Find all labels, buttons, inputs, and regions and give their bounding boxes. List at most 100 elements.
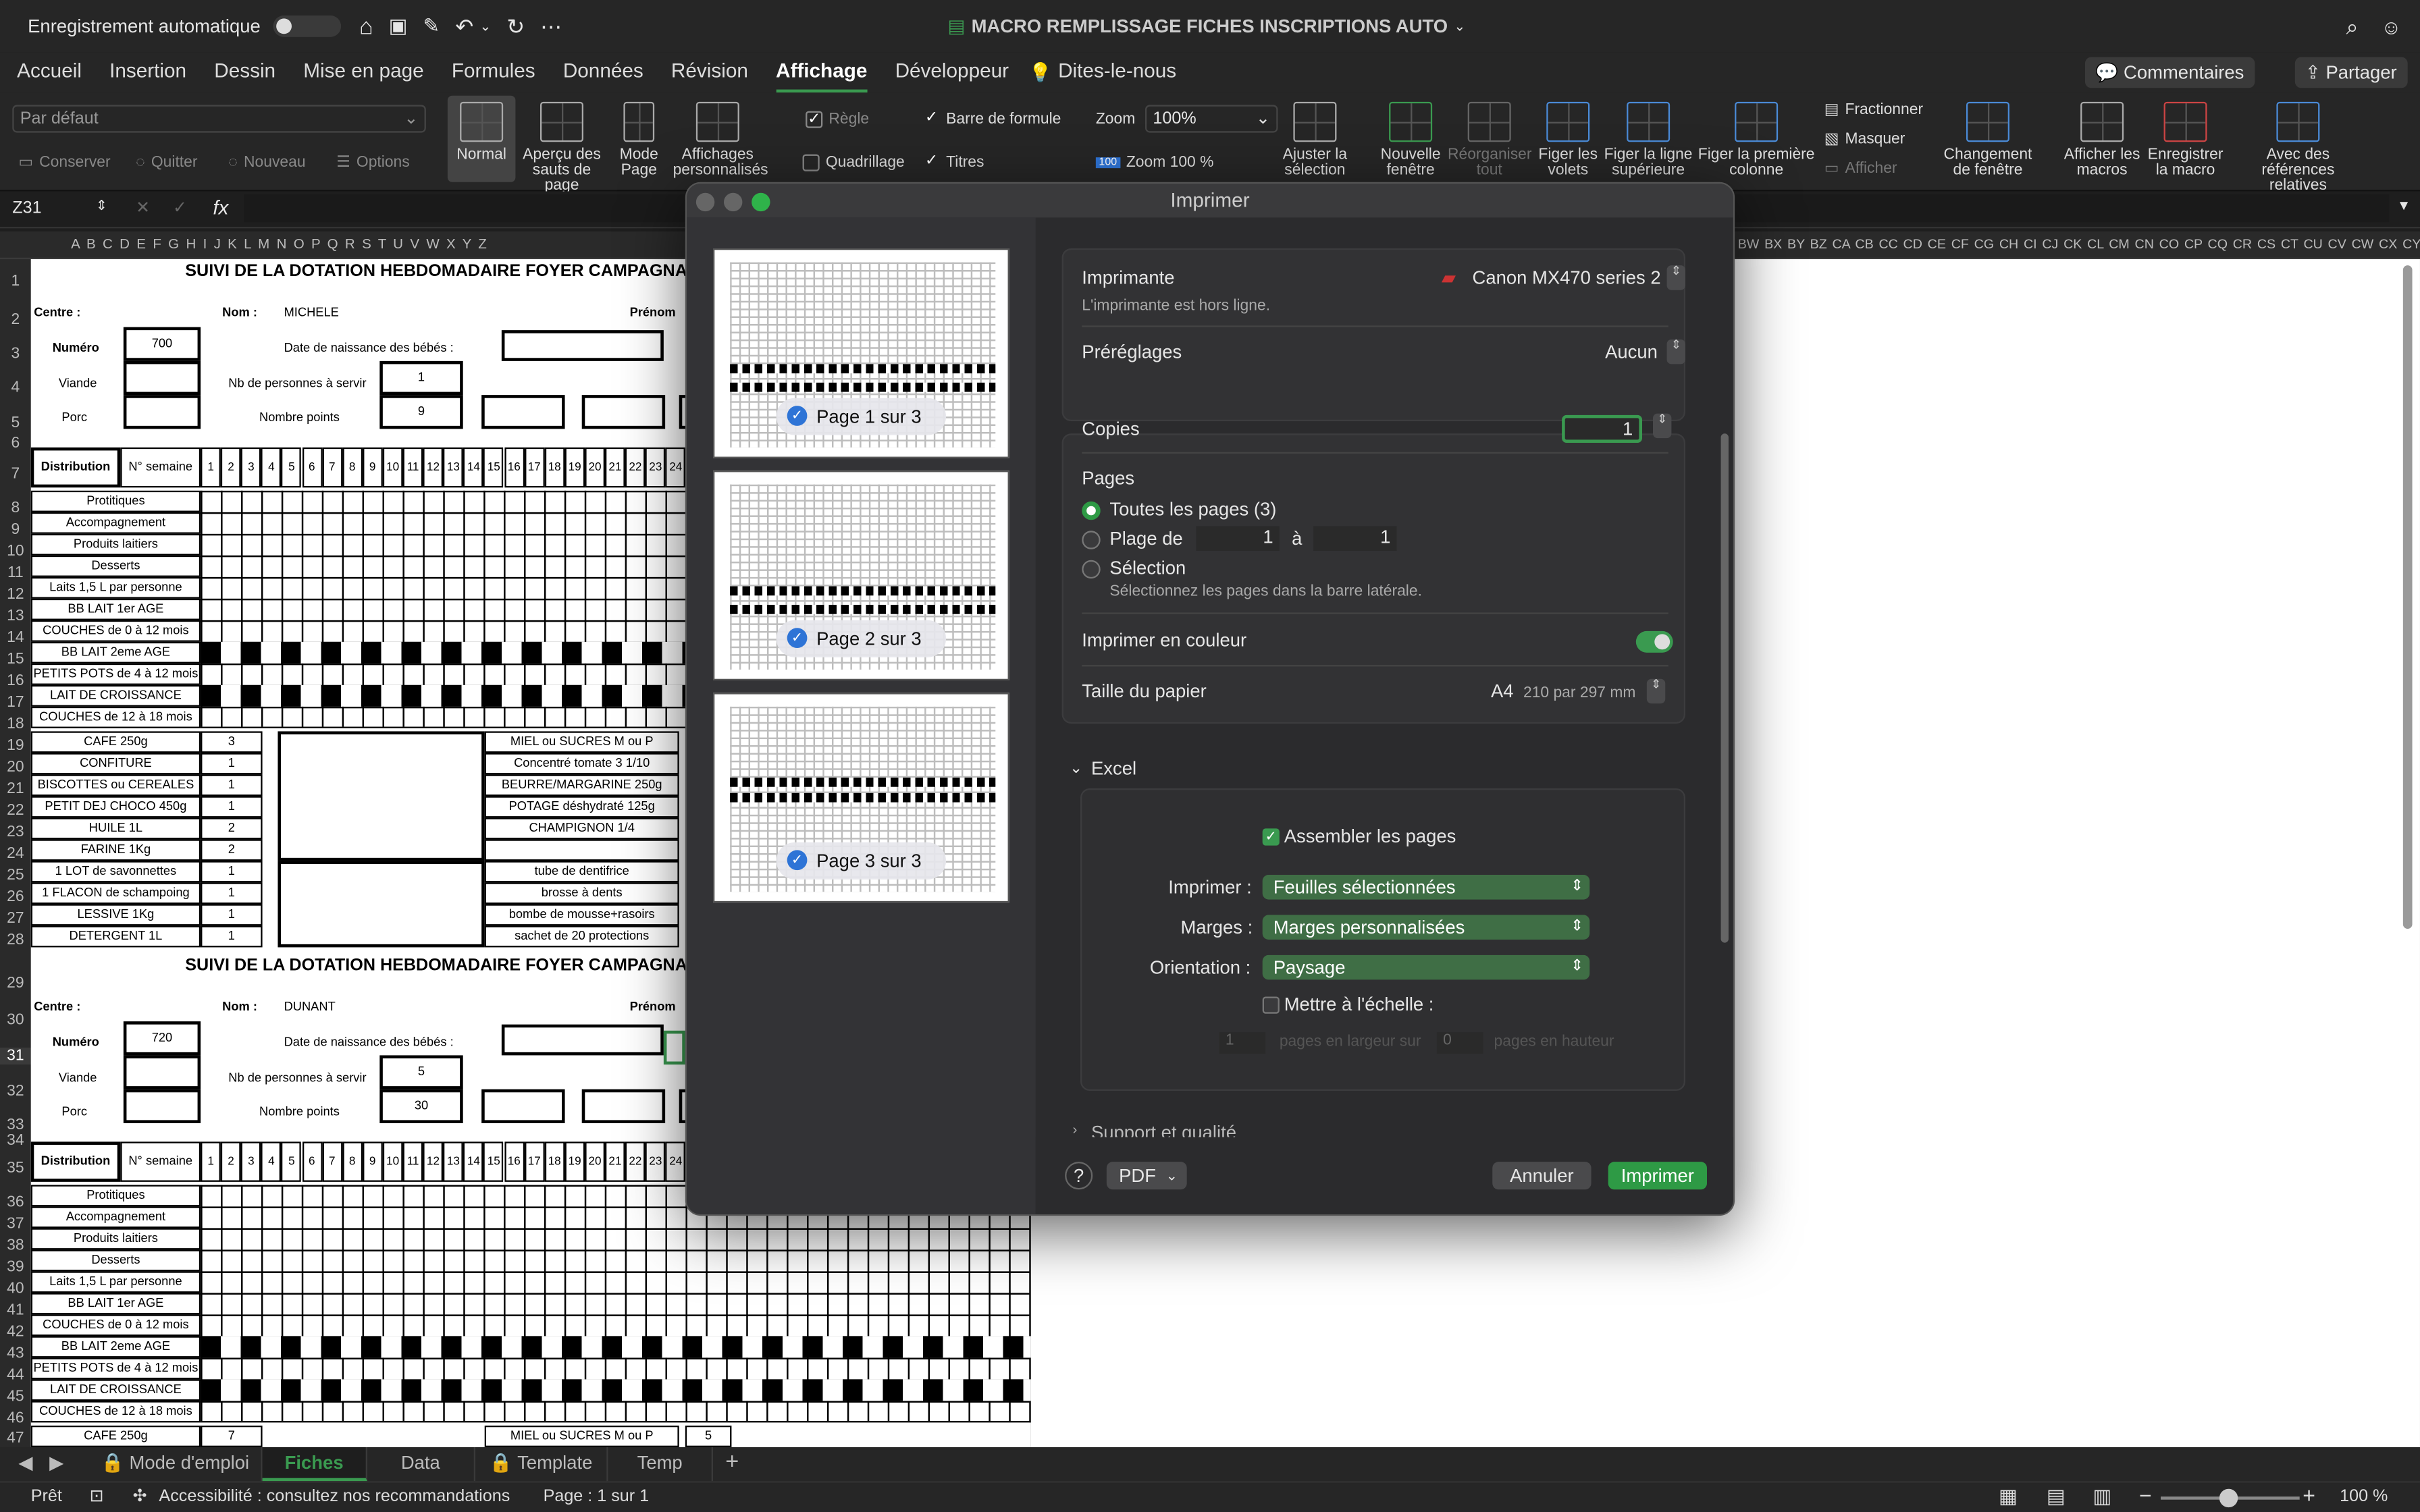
tab-formules[interactable]: Formules [438,53,549,92]
excel-chevron-icon[interactable]: ⌄ [1070,761,1082,778]
grocery-qty[interactable]: 1 [201,796,263,818]
empty-box[interactable] [581,1089,666,1123]
product-label[interactable]: COUCHES de 12 à 18 mois [30,706,201,728]
week-number[interactable]: 15 [483,1141,504,1182]
product-label[interactable]: COUCHES de 0 à 12 mois [30,1314,201,1336]
week-number[interactable]: 22 [625,1141,646,1182]
nbpers-box[interactable]: 5 [379,1055,463,1089]
week-number[interactable]: 19 [564,1141,585,1182]
copies-stepper-icon[interactable]: ⇕ [1652,412,1672,439]
grocery-qty[interactable]: 2 [201,839,263,861]
grocery-right-label[interactable]: sachet de 20 protections [484,925,679,948]
page-badge[interactable]: Page 1 sur 3 [776,398,947,435]
product-label[interactable]: COUCHES de 12 à 18 mois [30,1401,201,1423]
more-icon[interactable]: ⋯ [540,13,562,39]
add-sheet-icon[interactable]: + [725,1449,739,1475]
collate-checkbox[interactable]: ✓ [1262,828,1280,846]
grocery-label[interactable]: BISCOTTES ou CEREALES [30,774,201,796]
product-label[interactable]: Desserts [30,1249,201,1272]
week-number[interactable]: 18 [544,447,565,488]
week-number[interactable]: 19 [564,447,585,488]
select-all[interactable] [0,232,31,258]
week-number[interactable]: 4 [261,1141,282,1182]
product-label[interactable]: Laits 1,5 L par personne [30,1271,201,1293]
centre-label[interactable]: Centre : [34,306,80,320]
porc-box[interactable] [123,1089,201,1123]
week-number[interactable]: 17 [524,447,545,488]
row-number[interactable]: 9 [0,522,31,539]
orientation-select[interactable]: Paysage [1262,954,1590,980]
product-label[interactable]: Produits laitiers [30,1228,201,1250]
grocery-qty[interactable]: 2 [201,817,263,840]
notes-box[interactable] [278,731,485,861]
zoom-100-button[interactable]: 100 Zoom 100 % [1095,155,1213,171]
week-number[interactable]: 24 [665,447,686,488]
share-button[interactable]: ⇪ Partager [2294,57,2408,88]
minimize-icon[interactable] [723,192,743,212]
points-box[interactable]: 9 [379,395,463,429]
grocery-label[interactable]: CAFE 250g [30,731,201,753]
row-number[interactable]: 16 [0,673,31,690]
row-number[interactable]: 44 [0,1367,31,1384]
search-icon[interactable]: ⌕ [2346,13,2359,39]
form-title[interactable]: SUIVI DE LA DOTATION HEBDOMADAIRE FOYER … [185,263,712,281]
viande-label[interactable]: Viande [59,377,97,391]
save-icon[interactable]: ▣ [389,14,408,39]
week-number[interactable]: 3 [240,1141,261,1182]
row-number[interactable]: 42 [0,1324,31,1341]
porc-label[interactable]: Porc [61,1105,87,1119]
zoom-in-icon[interactable]: + [2303,1483,2315,1508]
grocery-label[interactable]: PETIT DEJ CHOCO 450g [30,796,201,818]
week-number[interactable]: 21 [604,447,625,488]
grocery-value[interactable]: 5 [685,1425,732,1447]
tab-revision[interactable]: Révision [657,53,762,92]
tab-developpeur[interactable]: Développeur [881,53,1023,92]
porc-label[interactable]: Porc [61,410,87,425]
column-letters[interactable]: A B C D E F G H I J K L M N O P Q R S T … [71,236,488,252]
name-box[interactable]: Z31 [12,199,41,217]
grocery-qty[interactable]: 1 [201,861,263,883]
row-number[interactable]: 19 [0,738,31,755]
week-number[interactable]: 10 [382,1141,403,1182]
settings-scrollbar[interactable] [1720,433,1729,943]
empty-box[interactable] [581,395,666,429]
week-number[interactable]: 10 [382,447,403,488]
centre-label[interactable]: Centre : [34,1000,80,1014]
product-label[interactable]: BB LAIT 2eme AGE [30,641,201,664]
record-macro-button[interactable]: Enregistrer la macro [2145,101,2226,179]
quit-view-button[interactable]: ◌ Quitter [136,155,197,171]
print-what-select[interactable]: Feuilles sélectionnées [1262,874,1590,900]
nbpers-label[interactable]: Nb de personnes à servir [228,1071,366,1085]
new-view-button[interactable]: ◌ Nouveau [228,155,305,171]
sheet-tab-fiches[interactable]: Fiches [262,1447,367,1482]
row-headers[interactable]: 1 2 3 4 5 6 7 8 9 10 11 12 13 14 15 16 17 18 19 20 21 22 23 24 2… [0,259,31,1447]
dob-label[interactable]: Date de naissance des bébés : [284,341,454,355]
semaine-header[interactable]: N° semaine [120,447,201,488]
row-number[interactable]: 37 [0,1216,31,1233]
week-number[interactable]: 16 [504,1141,525,1182]
row-number[interactable]: 14 [0,630,31,647]
account-icon[interactable]: ☺ [2381,15,2401,38]
week-number[interactable]: 24 [665,1141,686,1182]
row-number[interactable]: 8 [0,500,31,517]
prev-sheet-icon[interactable]: ◀ [18,1452,32,1474]
grocery-label[interactable]: 1 LOT de savonnettes [30,861,201,883]
close-icon[interactable] [695,192,715,212]
week-number[interactable]: 21 [604,1141,625,1182]
row-number[interactable]: 12 [0,587,31,603]
row-number[interactable]: 22 [0,803,31,819]
product-label[interactable]: Produits laitiers [30,533,201,556]
redo-icon[interactable]: ↻ [506,13,525,39]
row-number[interactable]: 33 [0,1117,31,1134]
grocery-label[interactable]: HUILE 1L [30,817,201,840]
home-icon[interactable]: ⌂ [359,13,373,39]
grocery-qty[interactable]: 1 [201,774,263,796]
scale-height-input[interactable]: 0 [1436,1032,1483,1054]
grocery-qty[interactable]: 7 [201,1425,263,1447]
grocery-label[interactable]: LESSIVE 1Kg [30,904,201,926]
semaine-header[interactable]: N° semaine [120,1141,201,1182]
grocery-label[interactable]: FARINE 1Kg [30,839,201,861]
week-number[interactable]: 18 [544,1141,565,1182]
row-number[interactable]: 35 [0,1160,31,1177]
next-sheet-icon[interactable]: ▶ [49,1452,63,1474]
